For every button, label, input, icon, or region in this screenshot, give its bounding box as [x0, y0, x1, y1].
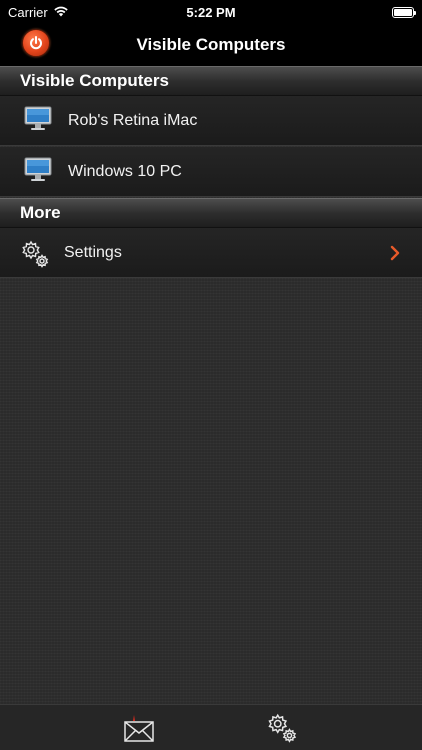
- navigation-bar: Visible Computers: [0, 24, 422, 66]
- battery-icon: [392, 6, 416, 18]
- power-button[interactable]: [22, 29, 50, 57]
- chevron-right-icon: [390, 245, 400, 266]
- monitor-icon: [24, 157, 52, 188]
- section-header-more: More: [0, 198, 422, 228]
- tab-settings[interactable]: [265, 711, 299, 745]
- carrier-label: Carrier: [8, 4, 48, 20]
- computer-row-robs-retina-imac[interactable]: Rob's Retina iMac: [0, 96, 422, 146]
- page-title: Visible Computers: [136, 35, 286, 54]
- computer-row-windows-10-pc[interactable]: Windows 10 PC: [0, 147, 422, 197]
- power-icon: [30, 36, 42, 50]
- mail-icon: [124, 715, 154, 742]
- wifi-icon: [53, 5, 69, 20]
- section-header-visible-computers: Visible Computers: [0, 66, 422, 96]
- gears-icon: [20, 239, 50, 274]
- app-screen: Carrier 5:22 PM Visible Computers Visibl…: [0, 0, 422, 750]
- monitor-icon: [24, 106, 52, 137]
- tab-bar: [0, 704, 422, 750]
- settings-label: Settings: [64, 243, 122, 261]
- computer-name: Rob's Retina iMac: [68, 111, 198, 129]
- settings-row[interactable]: Settings: [0, 228, 422, 278]
- tab-mail[interactable]: [122, 711, 156, 745]
- computer-name: Windows 10 PC: [68, 162, 182, 180]
- gears-icon: [268, 713, 297, 743]
- status-bar: Carrier 5:22 PM: [0, 0, 422, 24]
- status-left: Carrier: [8, 5, 69, 20]
